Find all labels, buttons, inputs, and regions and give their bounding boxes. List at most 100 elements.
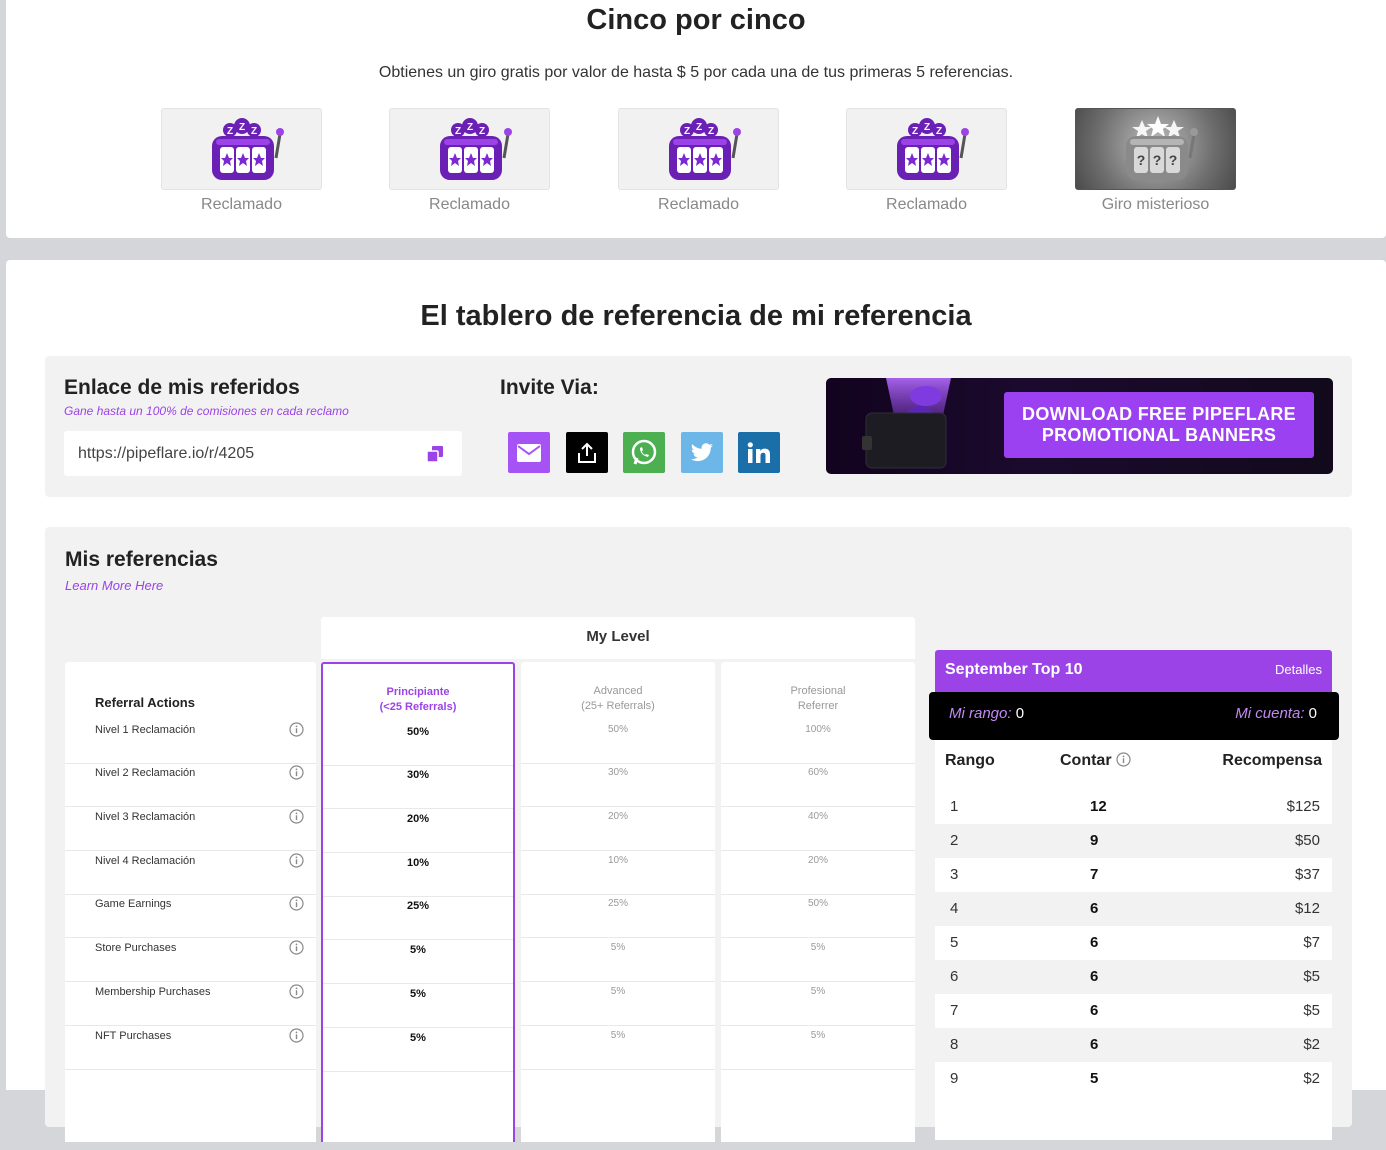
top10-title: September Top 10	[945, 661, 1083, 678]
leaderboard-rank: 5	[950, 934, 959, 951]
linkedin-icon	[747, 441, 770, 463]
slot-machine-icon: ZZZ	[389, 108, 550, 190]
top10-details-link[interactable]: Detalles	[1275, 662, 1322, 677]
share-email-button[interactable]	[508, 432, 550, 473]
commission-value: 30%	[406, 769, 430, 781]
leaderboard-reward: $125	[1286, 798, 1320, 815]
level-value-cell: 5%	[323, 984, 513, 1028]
my-rank-value: 0	[1015, 705, 1025, 722]
level-column-beginner: Principiante (<25 Referrals) 50% 30% 20% 10…	[321, 662, 515, 1142]
level-header: Profesional Referrer	[721, 684, 915, 714]
commission-value: 5%	[410, 1032, 426, 1044]
spin-slot-4[interactable]: ZZZ Reclamado	[846, 108, 1007, 218]
my-rank-bar: Mi rango: 0 Mi cuenta: 0	[929, 692, 1339, 740]
leaderboard-row: 2 9 $50	[935, 824, 1332, 858]
level-value-cell: 5%	[323, 940, 513, 984]
level-value-cell: 5%	[323, 1028, 513, 1072]
level-value-cell: 30%	[521, 763, 715, 807]
download-banners-button[interactable]: DOWNLOAD FREE PIPEFLARE PROMOTIONAL BANN…	[1004, 392, 1314, 458]
referral-actions-column: Referral Actions Nivel 1 Reclamación Nive…	[65, 662, 316, 1142]
referral-action-row: Nivel 1 Reclamación	[65, 720, 316, 764]
spin-slot-3[interactable]: ZZZ Reclamado	[618, 108, 779, 218]
count-header-label: Contar	[1060, 752, 1112, 769]
commission-value: 50%	[406, 726, 430, 738]
level-column-advanced: Advanced (25+ Referrals) 50% 30% 20% 10% 25%…	[521, 662, 715, 1142]
leaderboard-count: 6	[1090, 1002, 1099, 1019]
slot-label: Reclamado	[429, 196, 510, 213]
svg-text:Z: Z	[250, 126, 256, 137]
level-name: Advanced	[593, 685, 643, 697]
svg-text:?: ?	[1136, 152, 1145, 168]
info-icon[interactable]	[289, 896, 304, 911]
info-icon[interactable]	[289, 765, 304, 780]
share-generic-button[interactable]	[566, 432, 608, 473]
my-referrals-heading: Mis referencias	[65, 548, 218, 571]
top10-header: September Top 10 Detalles	[935, 650, 1332, 692]
leaderboard-rank: 7	[950, 1002, 959, 1019]
spin-slot-1[interactable]: ZZZ Reclamado	[161, 108, 322, 218]
referral-link-panel: Enlace de mis referidos Gane hasta un 10…	[45, 356, 1352, 497]
info-icon[interactable]	[289, 940, 304, 955]
leaderboard-count: 6	[1090, 1036, 1099, 1053]
referral-action-label: Game Earnings	[95, 898, 172, 910]
svg-text:Z: Z	[935, 126, 941, 137]
level-column-professional: Profesional Referrer 100% 60% 40% 20% 50% 5% 5…	[721, 662, 915, 1142]
info-icon[interactable]	[1116, 752, 1131, 767]
commission-value: 60%	[807, 767, 828, 778]
info-icon[interactable]	[289, 984, 304, 999]
svg-text:Z: Z	[238, 122, 244, 133]
leaderboard-row: 9 5 $2	[935, 1062, 1332, 1096]
level-value-cell: 40%	[721, 807, 915, 851]
referral-link-field[interactable]: https://pipeflare.io/r/4205	[64, 431, 462, 476]
svg-text:Z: Z	[707, 126, 713, 137]
commission-value: 10%	[607, 855, 628, 866]
leaderboard-count: 6	[1090, 900, 1099, 917]
promo-banner[interactable]: DOWNLOAD FREE PIPEFLARE PROMOTIONAL BANN…	[826, 378, 1333, 474]
info-icon[interactable]	[289, 809, 304, 824]
referral-action-row: Nivel 3 Reclamación	[65, 807, 316, 851]
commission-value: 5%	[410, 944, 426, 956]
leaderboard-rank: 2	[950, 832, 959, 849]
commission-value: 20%	[607, 811, 628, 822]
leaderboard-count: 7	[1090, 866, 1099, 883]
info-icon[interactable]	[289, 1028, 304, 1043]
mystery-slot-machine-icon: ???	[1075, 108, 1236, 190]
referral-action-row: Game Earnings	[65, 894, 316, 938]
svg-text:Z: Z	[478, 126, 484, 137]
spin-slot-2[interactable]: ZZZ Reclamado	[389, 108, 550, 218]
share-whatsapp-button[interactable]	[623, 432, 665, 473]
referral-link-heading: Enlace de mis referidos	[64, 376, 300, 399]
level-note: (<25 Referrals)	[379, 701, 457, 713]
learn-more-link[interactable]: Learn More Here	[65, 578, 163, 593]
level-note: (25+ Referrals)	[581, 700, 655, 712]
share-linkedin-button[interactable]	[738, 432, 780, 473]
copy-icon[interactable]	[426, 445, 444, 463]
leaderboard-rank: 8	[950, 1036, 959, 1053]
slot-machine-icon: ZZZ	[161, 108, 322, 190]
spin-slot-mystery[interactable]: ??? Giro misterioso	[1075, 108, 1236, 218]
level-value-cell: 10%	[323, 853, 513, 897]
leaderboard-reward: $12	[1294, 900, 1320, 917]
top10-table: Rango Contar Recompensa 1 12 $125 2 9 $50 3 7 $3…	[935, 740, 1332, 1140]
commission-value: 25%	[406, 900, 430, 912]
leaderboard-reward: $5	[1303, 1002, 1320, 1019]
referral-action-label: Nivel 4 Reclamación	[95, 855, 196, 867]
level-header: Advanced (25+ Referrals)	[521, 684, 715, 714]
info-icon[interactable]	[289, 853, 304, 868]
svg-text:Z: Z	[466, 122, 472, 133]
share-twitter-button[interactable]	[681, 432, 723, 473]
svg-text:?: ?	[1168, 152, 1177, 168]
level-value-cell: 5%	[721, 982, 915, 1026]
level-note: Referrer	[797, 700, 839, 712]
svg-text:Z: Z	[695, 122, 701, 133]
referral-action-row: NFT Purchases	[65, 1026, 316, 1070]
referral-action-row: Store Purchases	[65, 938, 316, 982]
my-count-label: Mi cuenta:	[1235, 705, 1305, 722]
level-header: Principiante (<25 Referrals)	[323, 685, 513, 715]
leaderboard-row: 5 6 $7	[935, 926, 1332, 960]
level-value-cell: 5%	[521, 938, 715, 982]
leaderboard-row: 3 7 $37	[935, 858, 1332, 892]
commission-value: 20%	[807, 855, 828, 866]
svg-text:Z: Z	[226, 126, 232, 137]
info-icon[interactable]	[289, 722, 304, 737]
